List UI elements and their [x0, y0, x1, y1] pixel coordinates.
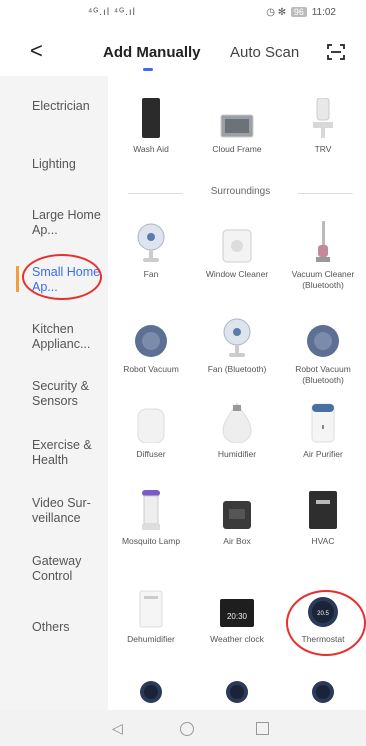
category-sidebar: Electrician Lighting Large Home Ap... Sm…	[0, 76, 108, 710]
thermostat-icon	[312, 681, 334, 703]
back-button[interactable]: <	[30, 40, 43, 62]
device-robot-vacuum[interactable]: Robot Vacuum	[108, 316, 194, 375]
status-bar: ⁴ᴳ.ıl ⁴ᴳ.ıl ◷ ✻ 96 11:02	[0, 0, 366, 28]
device-thermostat[interactable]: 20.5 Thermostat	[280, 586, 366, 645]
scan-icon[interactable]	[327, 43, 345, 61]
device-weather-clock[interactable]: 20:30 Weather clock	[194, 586, 280, 645]
dehumidifier-icon	[139, 590, 163, 628]
fan-bluetooth-icon	[223, 318, 251, 357]
weather-clock-icon: 20:30	[220, 599, 254, 627]
tab-add-manually[interactable]: Add Manually	[103, 44, 201, 61]
bluetooth-icon: ✻	[277, 7, 287, 18]
sidebar-item-video-surveillance[interactable]: Video Sur-veillance	[32, 496, 102, 526]
device-trv[interactable]: TRV	[280, 96, 366, 155]
fan-icon	[137, 223, 165, 262]
tab-indicator	[143, 68, 153, 71]
device-fan-bluetooth[interactable]: Fan (Bluetooth)	[194, 316, 280, 375]
hvac-icon	[309, 491, 337, 529]
sidebar-item-others[interactable]: Others	[32, 620, 102, 635]
device-thermostat-variant[interactable]	[194, 680, 280, 704]
mosquito-lamp-icon	[142, 490, 160, 530]
sidebar-item-security-sensors[interactable]: Security & Sensors	[32, 379, 102, 409]
signal-indicator: ⁴ᴳ.ıl ⁴ᴳ.ıl	[88, 7, 136, 18]
device-cloud-frame[interactable]: Cloud Frame	[194, 96, 280, 155]
device-thermostat-variant[interactable]	[280, 680, 366, 704]
device-grid: Wash Aid Cloud Frame TRV Surroundings Fa…	[108, 76, 366, 710]
status-right: ◷ ✻ 96 11:02	[266, 7, 336, 18]
thermostat-icon	[140, 681, 162, 703]
humidifier-icon	[222, 403, 252, 443]
section-title-surroundings: Surroundings	[128, 186, 353, 197]
device-fan[interactable]: Fan	[108, 221, 194, 280]
device-dehumidifier[interactable]: Dehumidifier	[108, 586, 194, 645]
window-cleaner-icon	[222, 229, 252, 263]
battery-indicator: 96	[290, 7, 307, 17]
thermostat-icon	[226, 681, 248, 703]
sidebar-item-small-home-appliances[interactable]: Small Home Ap...	[32, 265, 102, 295]
active-category-marker	[16, 266, 19, 292]
tab-auto-scan[interactable]: Auto Scan	[230, 44, 299, 61]
diffuser-icon	[137, 408, 165, 443]
device-thermostat-variant[interactable]	[108, 680, 194, 704]
device-window-cleaner[interactable]: Window Cleaner	[194, 221, 280, 280]
device-humidifier[interactable]: Humidifier	[194, 401, 280, 460]
nav-recent-apps-icon[interactable]	[256, 722, 269, 735]
sidebar-item-kitchen-appliances[interactable]: Kitchen Applianc...	[32, 322, 102, 352]
device-air-box[interactable]: Air Box	[194, 488, 280, 547]
device-mosquito-lamp[interactable]: Mosquito Lamp	[108, 488, 194, 547]
cloud-frame-icon	[220, 114, 254, 138]
trv-icon	[313, 98, 333, 138]
sidebar-item-exercise-health[interactable]: Exercise & Health	[32, 438, 102, 468]
device-air-purifier[interactable]: Air Purifier	[280, 401, 366, 460]
robot-vacuum-icon	[135, 325, 167, 357]
device-hvac[interactable]: HVAC	[280, 488, 366, 547]
sidebar-item-large-home-appliances[interactable]: Large Home Ap...	[32, 208, 102, 238]
thermostat-icon: 20.5	[308, 597, 338, 627]
device-wash-aid[interactable]: Wash Aid	[108, 96, 194, 155]
header: < Add Manually Auto Scan	[0, 30, 366, 76]
air-box-icon	[223, 501, 251, 529]
clock: 11:02	[311, 7, 336, 18]
sidebar-item-gateway-control[interactable]: Gateway Control	[32, 554, 102, 584]
device-robot-vacuum-bluetooth[interactable]: Robot Vacuum (Bluetooth)	[280, 316, 366, 386]
sidebar-item-lighting[interactable]: Lighting	[32, 157, 102, 172]
nav-home-icon[interactable]	[180, 722, 194, 736]
sidebar-item-electrician[interactable]: Electrician	[32, 99, 102, 114]
thermostat-readout: 20.5	[317, 611, 329, 617]
weather-clock-readout: 20:30	[227, 612, 248, 621]
system-nav-bar: ◁	[0, 710, 366, 746]
nav-back-icon[interactable]: ◁	[112, 720, 123, 737]
device-vacuum-cleaner-bluetooth[interactable]: Vacuum Cleaner (Bluetooth)	[280, 221, 366, 291]
robot-vacuum-bluetooth-icon	[307, 325, 339, 357]
stick-vacuum-icon	[316, 221, 330, 262]
wash-aid-icon	[142, 98, 160, 138]
air-purifier-icon	[311, 403, 335, 443]
device-diffuser[interactable]: Diffuser	[108, 401, 194, 460]
alarm-icon: ◷	[266, 7, 275, 18]
